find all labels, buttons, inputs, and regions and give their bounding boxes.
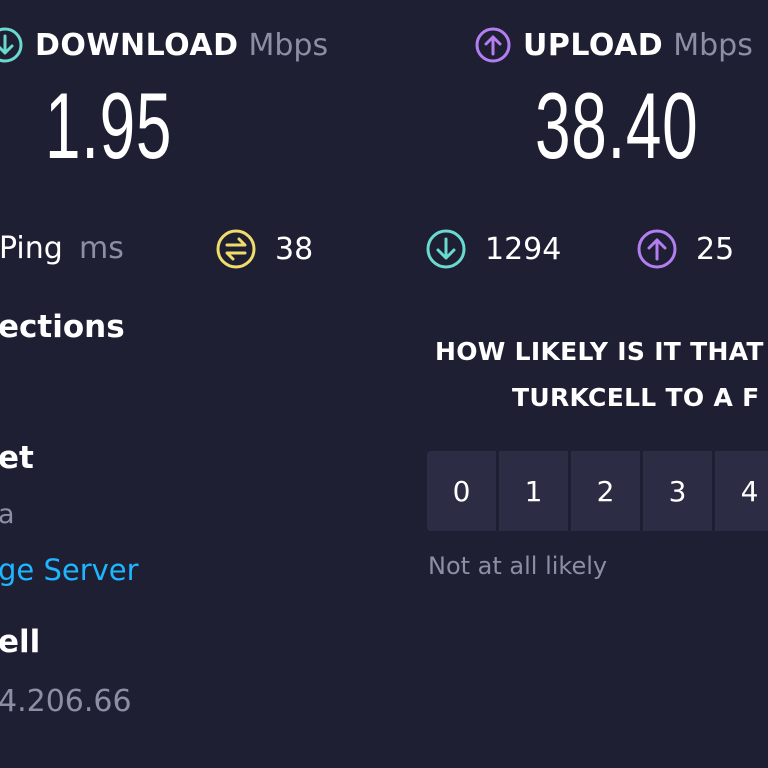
server-location: a — [0, 499, 15, 530]
jitter-value: 38 — [275, 231, 314, 267]
speedtest-results-panel: DOWNLOAD Mbps 1.95 UPLOAD Mbps 38.40 Pin… — [0, 0, 768, 768]
arrow-up-circle-icon — [475, 27, 511, 63]
jitter-stat: 38 — [215, 226, 313, 272]
rating-scale: 0 1 2 3 4 — [427, 451, 768, 531]
arrow-down-circle-icon — [426, 229, 466, 269]
ping-unit: ms — [79, 231, 124, 266]
host-ip: 4.206.66 — [0, 684, 132, 719]
download-unit: Mbps — [248, 27, 329, 63]
ping-row: Ping ms 38 1294 25 — [0, 226, 768, 274]
connections-label: ections — [0, 309, 125, 345]
upload-label: UPLOAD — [523, 27, 664, 63]
download-label: DOWNLOAD — [35, 27, 239, 63]
upload-header: UPLOAD Mbps — [474, 24, 753, 66]
rating-button-1[interactable]: 1 — [499, 451, 568, 531]
rating-button-2[interactable]: 2 — [571, 451, 640, 531]
upload-unit: Mbps — [673, 27, 753, 63]
download-speed-value: 1.95 — [45, 73, 173, 178]
not-likely-label: Not at all likely — [428, 552, 608, 580]
arrow-up-circle-icon — [637, 229, 677, 269]
rating-button-4[interactable]: 4 — [715, 451, 768, 531]
survey-question-line-2: TURKCELL TO A F — [512, 383, 760, 412]
upload-latency-value: 25 — [696, 231, 735, 267]
download-header: DOWNLOAD Mbps — [0, 24, 328, 66]
upload-speed-value: 38.40 — [535, 73, 699, 178]
ping-label: Ping — [0, 231, 63, 266]
download-latency-stat: 1294 — [425, 226, 561, 272]
change-server-link[interactable]: ge Server — [0, 553, 139, 587]
download-latency-value: 1294 — [485, 231, 562, 267]
survey-question-line-1: HOW LIKELY IS IT THAT — [435, 337, 764, 366]
isp-name: et — [0, 440, 34, 476]
arrow-down-circle-icon — [0, 27, 23, 63]
upload-latency-stat: 25 — [636, 226, 734, 272]
jitter-icon — [216, 229, 256, 269]
host-name: ell — [0, 624, 41, 660]
rating-button-3[interactable]: 3 — [643, 451, 712, 531]
rating-button-0[interactable]: 0 — [427, 451, 496, 531]
